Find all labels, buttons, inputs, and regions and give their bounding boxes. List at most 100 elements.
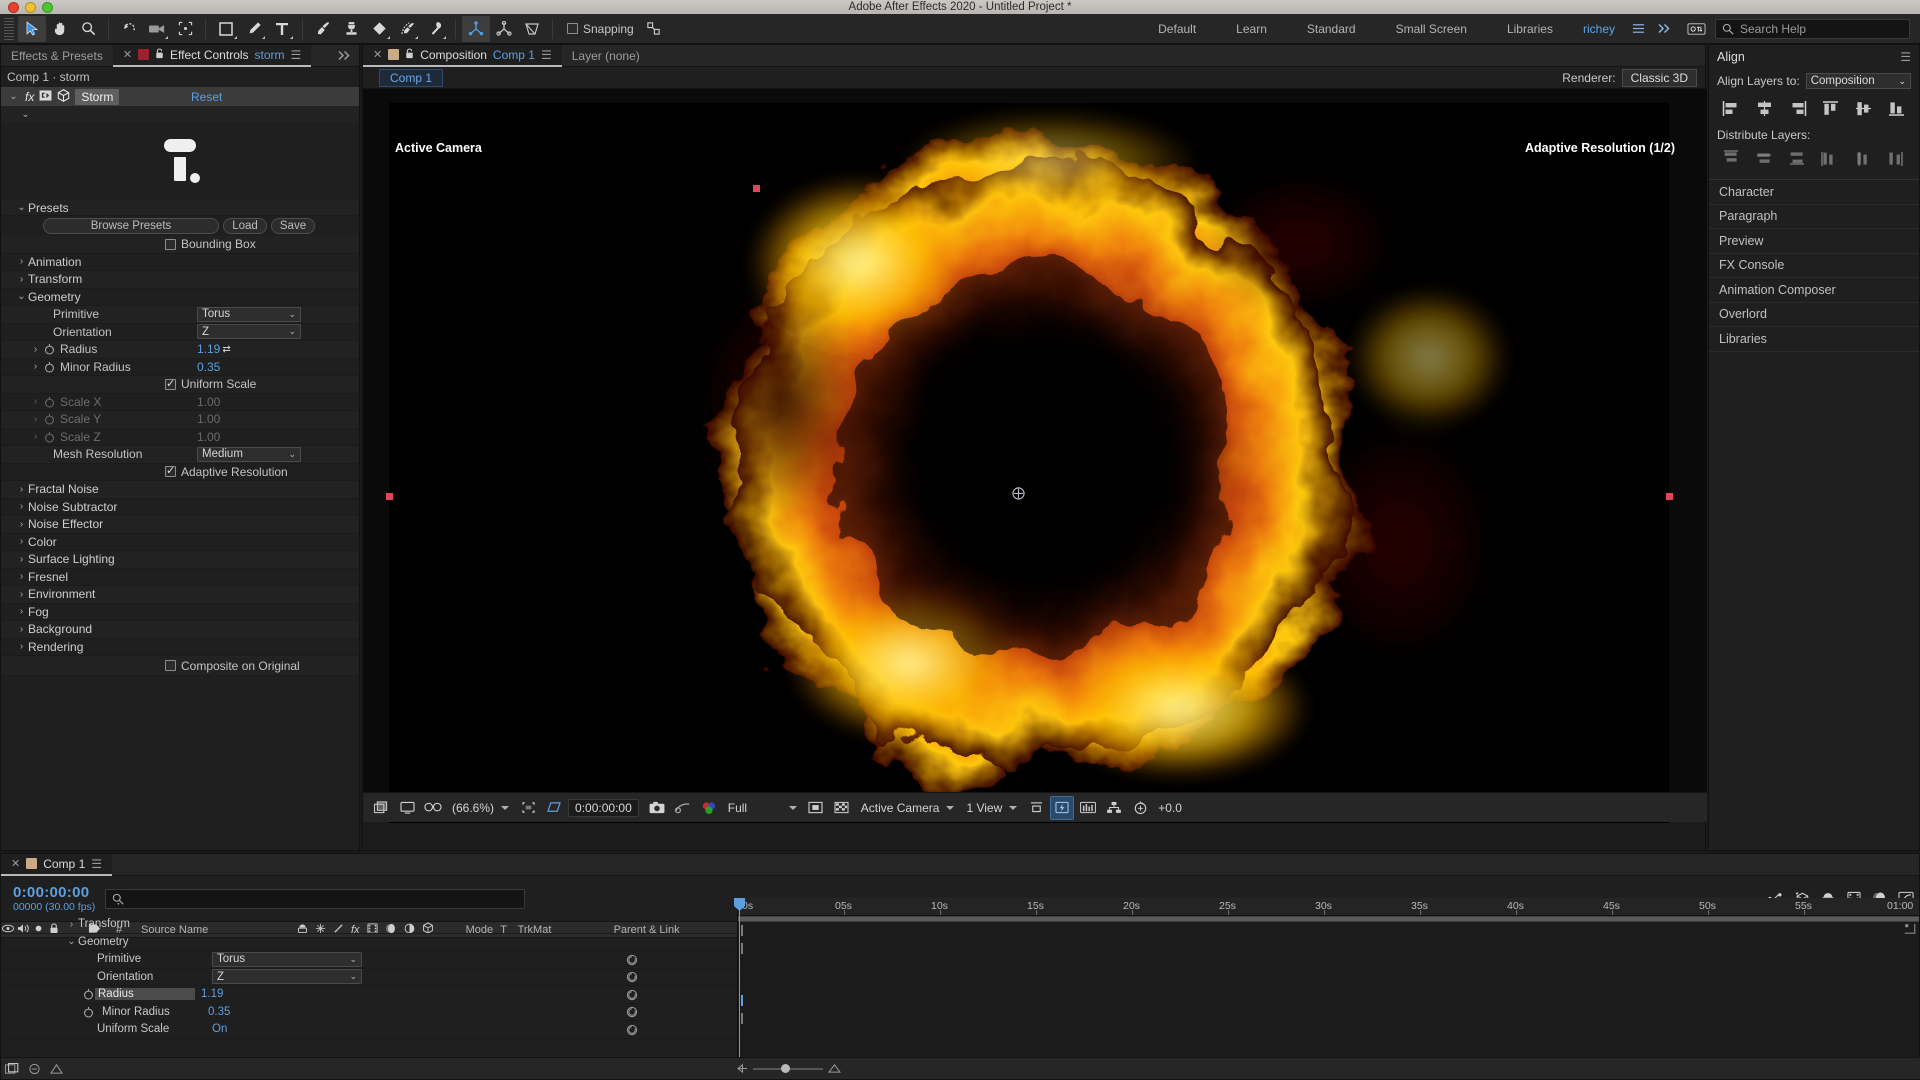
zoom-slider-track[interactable]: [753, 1063, 823, 1073]
minor-radius-twisty-icon[interactable]: ›: [29, 361, 42, 372]
animation-twisty-icon[interactable]: ›: [15, 256, 28, 267]
collapsed-panel-preview[interactable]: Preview: [1709, 229, 1919, 254]
minor-radius-stopwatch-icon[interactable]: [42, 360, 56, 374]
reset-exposure-icon[interactable]: [1128, 796, 1152, 820]
load-preset-button[interactable]: Load: [223, 218, 267, 234]
channels-icon[interactable]: [697, 796, 721, 820]
composition-viewer[interactable]: ⨁ Active Camera Adaptive Resolution (1/2…: [363, 89, 1707, 911]
3d-glasses-icon[interactable]: [421, 796, 445, 820]
maximize-window-button[interactable]: [42, 1, 53, 13]
layer-bar-marker[interactable]: [741, 995, 743, 1007]
lock-icon[interactable]: [155, 47, 164, 62]
panel-menu-icon[interactable]: ☰: [91, 857, 102, 871]
orientation-dropdown[interactable]: Z ⌄: [197, 324, 301, 340]
group-background[interactable]: › Background: [1, 621, 359, 639]
environment-twisty-icon[interactable]: ›: [15, 589, 28, 600]
keyframe-nav-icon[interactable]: [615, 986, 649, 1004]
timeline-graph-area[interactable]: 0s 05s 10s 15s 20s 25s 30s 35s 40s 45s 5…: [734, 898, 1919, 1079]
group-noise-effector[interactable]: › Noise Effector: [1, 516, 359, 534]
local-axis-mode-button[interactable]: [462, 15, 490, 42]
composite-on-original-control[interactable]: Composite on Original: [1, 659, 300, 673]
group-fog[interactable]: › Fog: [1, 604, 359, 621]
transform-twisty-icon[interactable]: ›: [15, 274, 28, 285]
tab-composition[interactable]: ✕ Composition Comp 1 ☰: [363, 44, 562, 67]
noise-effector-twisty-icon[interactable]: ›: [15, 519, 28, 530]
timeline-zoom-slider[interactable]: [737, 1063, 857, 1074]
brush-tool[interactable]: [309, 16, 337, 42]
workspace-tab-default[interactable]: Default: [1138, 14, 1216, 44]
anchor-point-tool[interactable]: [171, 16, 199, 42]
group-noise-subtractor[interactable]: › Noise Subtractor: [1, 499, 359, 516]
toolbar-grip[interactable]: [4, 17, 14, 40]
uniform-scale-control[interactable]: Uniform Scale: [1, 377, 256, 391]
color-twisty-icon[interactable]: ›: [15, 536, 28, 547]
transparency-grid-icon[interactable]: [542, 796, 566, 820]
mesh-resolution-dropdown[interactable]: Medium ⌄: [197, 446, 301, 462]
frame-blending-footer-icon[interactable]: [45, 1056, 67, 1080]
search-help-box[interactable]: Search Help: [1715, 18, 1910, 39]
effect-twisty-icon[interactable]: ⌄: [7, 91, 20, 102]
main-viewer-icon[interactable]: [395, 796, 419, 820]
timeline-orientation-dropdown[interactable]: Z ⌄: [212, 969, 362, 985]
timeline-work-area-bar[interactable]: [738, 916, 1919, 922]
selection-tool[interactable]: [18, 15, 46, 42]
presets-twisty-icon[interactable]: ⌄: [15, 202, 28, 213]
type-tool[interactable]: [268, 16, 296, 42]
camera-tool[interactable]: [143, 16, 171, 42]
save-preset-button[interactable]: Save: [271, 218, 315, 234]
workspace-tab-small-screen[interactable]: Small Screen: [1376, 14, 1487, 44]
group-environment[interactable]: › Environment: [1, 586, 359, 604]
lock-icon[interactable]: [405, 47, 414, 62]
align-bottom-icon[interactable]: [1886, 98, 1908, 118]
snapshot-icon[interactable]: [645, 796, 669, 820]
layer-handle-top-center[interactable]: [753, 185, 760, 192]
bounding-box-checkbox[interactable]: [165, 238, 176, 250]
radius-stopwatch-icon[interactable]: [42, 342, 56, 356]
presets-group-row[interactable]: ⌄ Presets: [1, 200, 359, 216]
exposure-value[interactable]: +0.0: [1154, 801, 1186, 815]
align-horizontal-center-icon[interactable]: [1754, 98, 1776, 118]
toggle-mask-icon[interactable]: [804, 796, 828, 820]
align-right-icon[interactable]: [1787, 98, 1809, 118]
timeline-icon[interactable]: [1076, 796, 1100, 820]
close-tab-icon[interactable]: ✕: [11, 857, 20, 870]
hide-shy-footer-icon[interactable]: [23, 1056, 45, 1080]
comp-navigator-chip[interactable]: Comp 1: [379, 68, 444, 87]
effect-reset-button[interactable]: Reset: [191, 90, 222, 104]
fresnel-twisty-icon[interactable]: ›: [15, 571, 28, 582]
roto-brush-tool[interactable]: [393, 16, 421, 42]
3d-view-dropdown[interactable]: Active Camera: [856, 801, 960, 815]
resolution-dropdown[interactable]: Full: [723, 801, 802, 815]
panel-menu-icon[interactable]: ☰: [541, 48, 552, 62]
renderer-value-button[interactable]: Classic 3D: [1621, 68, 1697, 87]
workspace-tab-standard[interactable]: Standard: [1287, 14, 1376, 44]
collapsed-panel-overlord[interactable]: Overlord: [1709, 303, 1919, 327]
geometry-twisty-icon[interactable]: ⌄: [15, 291, 28, 302]
effect-sub-twisty-icon[interactable]: ⌄: [19, 109, 32, 120]
surface-lighting-twisty-icon[interactable]: ›: [15, 554, 28, 565]
scale-y-twisty-icon[interactable]: ›: [29, 414, 42, 425]
user-account-label[interactable]: richey: [1573, 22, 1625, 36]
search-scope-icon[interactable]: [1683, 16, 1709, 42]
keyframe-nav-icon[interactable]: [615, 951, 649, 969]
layer-bar-marker[interactable]: [741, 942, 743, 954]
fractal-noise-twisty-icon[interactable]: ›: [15, 484, 28, 495]
timeline-playhead[interactable]: [734, 898, 745, 1079]
group-fractal-noise[interactable]: › Fractal Noise: [1, 481, 359, 499]
pixel-aspect-icon[interactable]: [1024, 796, 1048, 820]
radius-value[interactable]: 1.19: [197, 342, 220, 356]
group-surface-lighting[interactable]: › Surface Lighting: [1, 551, 359, 569]
collapsed-panel-fx-console[interactable]: FX Console: [1709, 254, 1919, 278]
layer-bar-marker[interactable]: [741, 1012, 743, 1024]
timeline-uniform-scale-value[interactable]: On: [212, 1023, 227, 1035]
clone-stamp-tool[interactable]: [337, 16, 365, 42]
layer-bar-marker[interactable]: [741, 925, 743, 937]
timeline-ruler[interactable]: 0s 05s 10s 15s 20s 25s 30s 35s 40s 45s 5…: [738, 898, 1919, 916]
timeline-current-time-group[interactable]: 0:00:00:00 00000 (30.00 fps): [1, 884, 105, 913]
group-animation[interactable]: › Animation: [1, 254, 359, 271]
world-axis-mode-button[interactable]: [490, 16, 518, 42]
rotation-tool[interactable]: [115, 16, 143, 42]
group-geometry[interactable]: ⌄ Geometry: [1, 289, 359, 306]
window-controls[interactable]: [8, 1, 53, 13]
keyframe-nav-icon[interactable]: [615, 1004, 649, 1022]
